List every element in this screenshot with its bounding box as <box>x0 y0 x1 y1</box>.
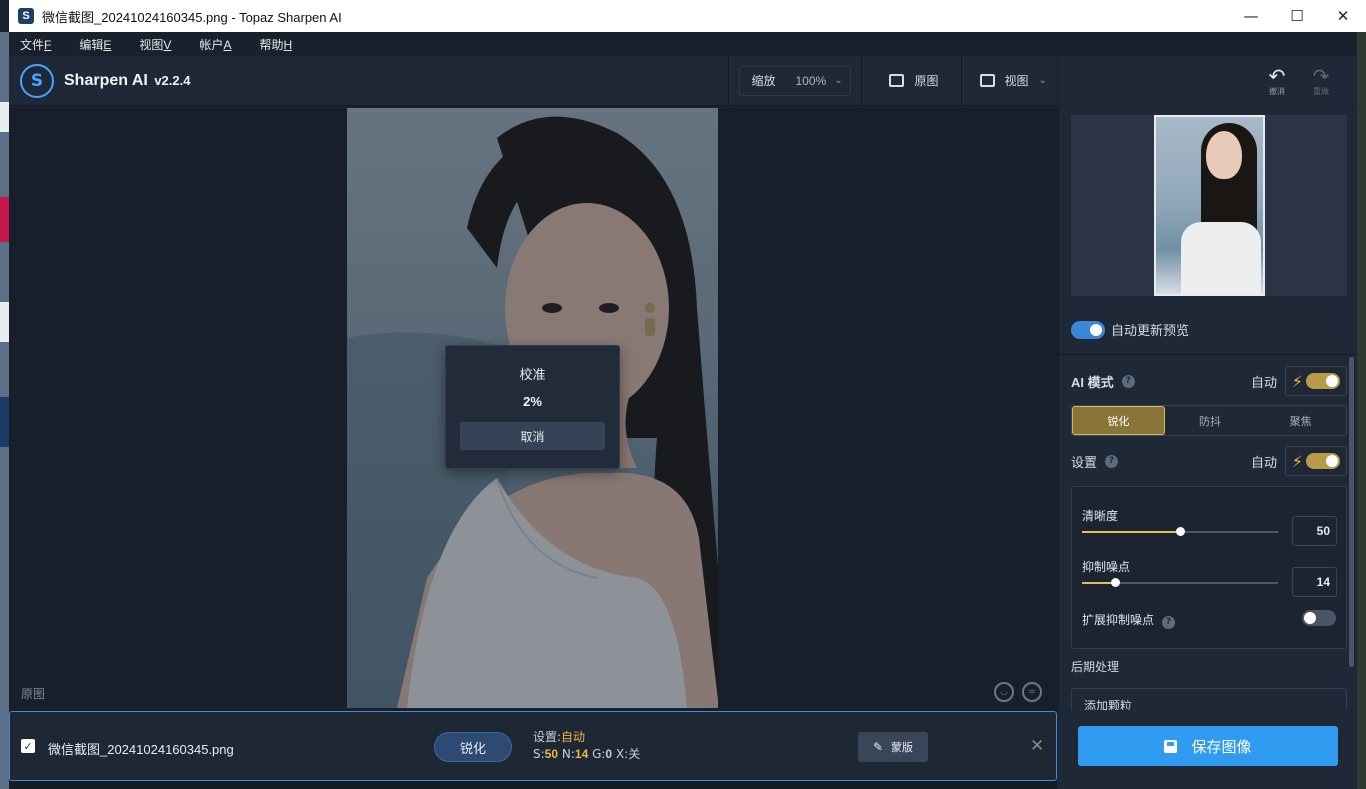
file-strip: ✓ 微信截图_20241024160345.png 锐化 设置:自动 S:50 … <box>9 710 1057 789</box>
menu-edit[interactable]: 编辑E <box>79 36 111 53</box>
file-settings-summary: 设置:自动 S:50 N:14 G:0 X:关 <box>533 730 641 761</box>
menu-file[interactable]: 文件F <box>20 36 51 53</box>
undo-button[interactable]: ↶ 撤消 <box>1255 66 1299 97</box>
save-disk-icon <box>1164 739 1178 753</box>
extended-noise-toggle[interactable] <box>1302 610 1336 626</box>
settings-box: 清晰度 50 抑制噪点 14 扩展抑制噪点? <box>1071 486 1347 649</box>
close-window-button[interactable]: ✕ <box>1320 0 1366 32</box>
menu-bar: 文件F 编辑E 视图V 帐户A 帮助H <box>9 32 1357 56</box>
zoom-value: 100% <box>795 73 827 88</box>
brush-icon: ✎ <box>872 740 884 754</box>
lightning-icon: ⚡ <box>1291 451 1303 471</box>
help-icon[interactable]: ? <box>1162 615 1176 629</box>
settings-label: 设置 <box>1071 455 1098 471</box>
chevron-down-icon: ⌄ <box>1038 75 1047 86</box>
post-processing-label: 后期处理 <box>1071 660 1120 674</box>
auto-switch <box>1306 373 1341 389</box>
desktop-background-right <box>1357 32 1366 789</box>
cancel-button[interactable]: 取消 <box>460 422 605 450</box>
single-view-icon <box>979 74 995 87</box>
menu-view[interactable]: 视图V <box>139 36 171 53</box>
clarity-slider[interactable] <box>1082 527 1278 536</box>
desktop-background-left <box>0 32 9 789</box>
view-mode-button[interactable]: 视图 ⌄ <box>979 72 1047 89</box>
slider-handle[interactable] <box>1176 527 1185 536</box>
panel-scrollbar[interactable] <box>1349 357 1354 667</box>
progress-percent: 2% <box>523 394 542 409</box>
mode-stabilize[interactable]: 防抖 <box>1165 406 1256 435</box>
auto-switch <box>1306 453 1341 469</box>
redo-button[interactable]: ↷ 重做 <box>1299 66 1343 97</box>
help-icon[interactable]: ? <box>1105 454 1119 468</box>
zoom-label: 缩放 <box>751 74 776 88</box>
redo-label: 重做 <box>1313 86 1329 96</box>
minimize-button[interactable]: — <box>1228 0 1274 32</box>
undo-icon: ↶ <box>1268 63 1286 88</box>
view-mode-label: 视图 <box>1004 74 1029 88</box>
redo-icon: ↷ <box>1312 63 1330 88</box>
ai-mode-label: AI 模式 <box>1071 374 1114 390</box>
face-happy-icon[interactable]: ◡ <box>994 682 1014 702</box>
image-icon <box>889 74 905 87</box>
mask-label: 蒙版 <box>891 741 914 754</box>
maximize-button[interactable]: ☐ <box>1274 0 1320 32</box>
face-neutral-icon[interactable]: = <box>1022 682 1042 702</box>
zoom-select[interactable]: 缩放 100% ⌄ <box>739 65 852 96</box>
mask-button[interactable]: ✎ 蒙版 <box>858 732 928 762</box>
lightning-icon: ⚡ <box>1291 371 1303 391</box>
original-view-button[interactable]: 原图 <box>889 72 939 89</box>
clarity-label: 清晰度 <box>1082 509 1119 523</box>
navigator[interactable] <box>1071 115 1347 296</box>
auto-preview-row: 自动更新预览 <box>1071 320 1189 339</box>
undo-label: 撤消 <box>1269 86 1285 96</box>
mode-selector: 锐化 防抖 聚焦 <box>1071 405 1347 436</box>
save-area: 保存图像 <box>1058 710 1357 789</box>
noise-suppression-value[interactable]: 14 <box>1292 567 1337 597</box>
settings-row: 设置 ? 自动 ⚡ <box>1071 446 1347 476</box>
original-view-label: 原图 <box>914 74 939 88</box>
file-name: 微信截图_20241024160345.png <box>48 742 234 757</box>
face-tools: ◡ = <box>994 682 1042 702</box>
ai-mode-auto-toggle[interactable]: ⚡ <box>1285 366 1347 396</box>
canvas-original-label: 原图 <box>21 687 46 701</box>
save-image-button[interactable]: 保存图像 <box>1078 726 1338 766</box>
ai-mode-auto-label: 自动 <box>1250 375 1277 391</box>
app-version: v2.2.4 <box>154 72 191 88</box>
dialog-title: 校准 <box>519 368 546 383</box>
main-toolbar: S Sharpen AI v2.2.4 缩放 100% ⌄ 原图 视图 ⌄ <box>9 55 1057 106</box>
clarity-value[interactable]: 50 <box>1292 516 1337 546</box>
settings-panel: 自动更新预览 AI 模式 ? 自动 ⚡ 锐化 防抖 聚焦 设置 ? 自动 ⚡ 清… <box>1058 107 1358 789</box>
menu-help[interactable]: 帮助H <box>259 36 292 53</box>
mode-pill[interactable]: 锐化 <box>434 732 512 762</box>
history-controls: ↶ 撤消 ↷ 重做 <box>1058 56 1357 106</box>
slider-handle[interactable] <box>1111 578 1120 587</box>
save-image-label: 保存图像 <box>1191 737 1252 756</box>
app-icon: S <box>18 8 34 24</box>
mode-sharpen[interactable]: 锐化 <box>1072 406 1165 435</box>
mode-focus[interactable]: 聚焦 <box>1255 406 1346 435</box>
ai-mode-row: AI 模式 ? 自动 ⚡ <box>1071 366 1347 396</box>
topaz-logo-icon: S <box>20 63 54 98</box>
noise-suppression-slider[interactable] <box>1082 578 1278 587</box>
auto-preview-label: 自动更新预览 <box>1111 324 1190 339</box>
file-item[interactable]: ✓ 微信截图_20241024160345.png 锐化 设置:自动 S:50 … <box>9 711 1057 781</box>
calibration-dialog: 校准 2% 取消 <box>445 345 620 469</box>
app-brand: Sharpen AI v2.2.4 <box>64 71 191 89</box>
extended-noise-label: 扩展抑制噪点? <box>1082 611 1176 629</box>
noise-suppression-label: 抑制噪点 <box>1082 560 1131 574</box>
navigator-thumbnail[interactable] <box>1154 115 1265 296</box>
auto-preview-toggle[interactable] <box>1071 320 1105 339</box>
help-icon[interactable]: ? <box>1121 374 1135 388</box>
file-checkbox[interactable]: ✓ <box>21 739 35 753</box>
window-title-bar: S 微信截图_20241024160345.png - Topaz Sharpe… <box>9 0 1366 32</box>
chevron-down-icon: ⌄ <box>834 75 843 86</box>
settings-auto-label: 自动 <box>1250 455 1277 471</box>
settings-auto-toggle[interactable]: ⚡ <box>1285 446 1347 476</box>
menu-account[interactable]: 帐户A <box>199 36 231 53</box>
remove-file-icon[interactable]: ✕ <box>1030 736 1044 756</box>
window-title: 微信截图_20241024160345.png - Topaz Sharpen … <box>42 9 342 25</box>
